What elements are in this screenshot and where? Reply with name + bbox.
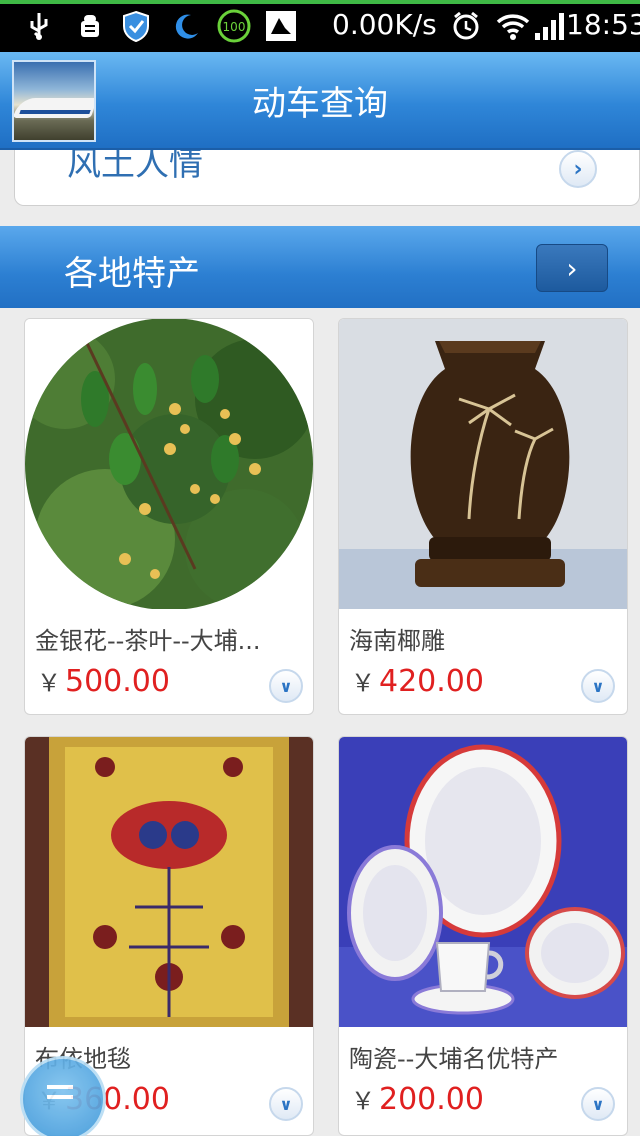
app-header: 动车查询 [0,52,640,150]
currency-symbol: ￥ [37,669,61,697]
product-card[interactable]: 陶瓷--大埔名优特产 ￥ 200.00 ∨ [338,736,628,1136]
chevron-down-icon: ∨ [591,676,605,696]
product-image-honeysuckle[interactable] [25,319,313,609]
product-price: ￥ 200.00 [351,1081,484,1117]
clock: 18:53 [566,8,640,41]
specialties-title: 各地特产 [64,254,200,294]
product-name: 陶瓷--大埔名优特产 [349,1045,559,1073]
status-accent-line [0,0,640,4]
net-speed: 0.00K/s [332,8,437,41]
chevron-down-icon: ∨ [591,1094,605,1114]
product-name: 金银花--茶叶--大埔... [35,627,261,655]
price-amount: 420.00 [379,664,484,699]
expand-button[interactable]: ∨ [269,669,303,703]
product-image-ceramics[interactable] [339,737,627,1027]
chevron-down-icon: ∨ [279,676,293,696]
currency-symbol: ￥ [351,1087,375,1115]
folk-customs-more-button[interactable]: › [559,150,597,188]
battery-circle-icon: 100 [216,9,252,43]
product-card[interactable]: 海南椰雕 ￥ 420.00 ∨ [338,318,628,715]
battery-badge-text: 100 [223,20,246,34]
chevron-right-icon: › [573,156,583,182]
expand-button[interactable]: ∨ [269,1087,303,1121]
alarm-icon [450,10,482,42]
page-title: 动车查询 [252,84,388,124]
android-debug-icon [74,10,106,42]
product-image-coconut-carving[interactable] [339,319,627,609]
signal-icon [532,10,566,42]
expand-button[interactable]: ∨ [581,669,615,703]
specialties-more-button[interactable]: › [536,244,608,292]
specialties-header: 各地特产 › [0,226,640,308]
wifi-icon [496,10,530,42]
floating-menu-button[interactable] [20,1056,106,1136]
expand-button[interactable]: ∨ [581,1087,615,1121]
price-amount: 200.00 [379,1082,484,1117]
product-name: 海南椰雕 [349,627,445,655]
product-image-carpet[interactable] [25,737,313,1027]
product-price: ￥ 420.00 [351,663,484,699]
app-notification-icon [264,10,298,42]
folk-customs-card[interactable]: 风土人情 › [14,150,640,206]
moon-icon [170,10,202,42]
product-price: ￥ 500.00 [37,663,170,699]
usb-icon [24,10,54,42]
price-amount: 500.00 [65,664,170,699]
currency-symbol: ￥ [351,669,375,697]
shield-icon [120,10,152,42]
folk-customs-title: 风土人情 [67,150,203,184]
product-card[interactable]: 金银花--茶叶--大埔... ￥ 500.00 ∨ [24,318,314,715]
chevron-right-icon: › [566,251,578,285]
chevron-down-icon: ∨ [279,1094,293,1114]
status-bar: 100 0.00K/s 18:53 [0,0,640,52]
